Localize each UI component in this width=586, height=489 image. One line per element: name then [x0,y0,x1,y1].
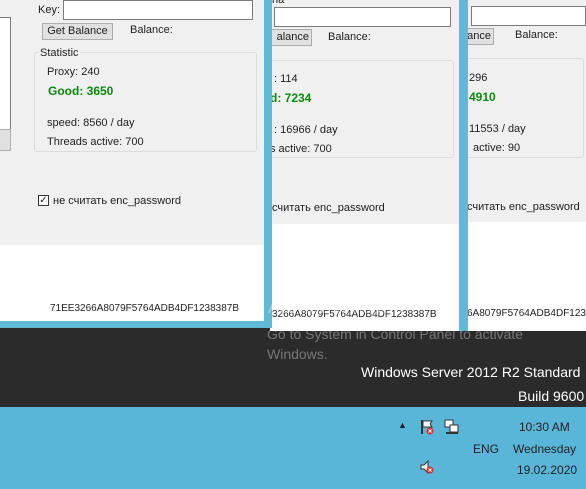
speed-stat: : 16966 / day [274,124,338,136]
activation-watermark-line2: Go to System in Control Panel to activat… [267,326,524,342]
key-input[interactable] [471,6,586,26]
app-window-1: Key: Get Balance Balance: Statistic Prox… [0,0,265,322]
checkbox-label[interactable]: считать enc_password [467,201,580,213]
windows-build-text: Build 9600 [518,388,585,404]
balance-label: Balance: [515,29,558,41]
good-stat: 4910 [469,90,496,104]
key-label: Key: [38,4,61,16]
get-balance-button[interactable]: alance [270,29,312,46]
language-indicator[interactable]: ENG [473,442,499,456]
side-button[interactable] [0,129,11,151]
proxy-stat: Proxy: 240 [47,66,100,78]
key-input[interactable] [274,7,451,27]
balance-label: Balance: [328,31,371,43]
activation-watermark-line1: Activate Windows [268,298,403,317]
window-1-frame-bottom [0,321,272,328]
checkbox-label[interactable]: не считать enc_password [53,195,181,207]
windows-edition-text: Windows Server 2012 R2 Standard [361,364,581,380]
show-hidden-icons-icon[interactable]: ▲ [398,420,407,430]
proxy-stat: 296 [469,72,488,84]
checkbox-label[interactable]: считать enc_password [272,202,385,214]
get-balance-button[interactable]: Get Balance [42,23,113,40]
good-stat: d: 7234 [270,91,312,105]
activation-watermark-line3: Windows. [267,346,328,362]
window-1-frame-right [264,0,272,328]
list-box[interactable] [0,17,11,135]
clock-date[interactable]: 19.02.2020 [517,463,577,477]
clock-day[interactable]: Wednesday [513,442,576,456]
enc-password-checkbox[interactable]: ✓ [38,195,49,206]
key-input[interactable] [63,0,253,20]
app-window-2: na alance Balance: : 114 d: 7234 : 16966… [270,0,463,331]
statistic-title: Statistic [39,47,80,59]
balance-label: Balance: [130,24,173,36]
good-stat: Good: 3650 [48,84,114,98]
proxy-stat: : 114 [274,73,298,85]
taskbar: ▲ ENG 10:30 AM Wednesday 19.02.2020 [0,407,586,489]
volume-muted-icon[interactable] [420,459,434,475]
clock-time[interactable]: 10:30 AM [519,420,570,434]
key-hash: 71EE3266A8079F5764ADB4DF1238387B [50,303,240,314]
threads-stat: Threads active: 700 [47,136,144,148]
network-icon[interactable] [444,419,460,435]
speed-stat: speed: 8560 / day [47,117,135,129]
key-hash: 6A8079F5764ADB4DF1238387B [467,308,586,319]
speed-stat: 11553 / day [469,123,526,135]
key-label: na [272,0,285,6]
app-window-3: ance Balance: 296 4910 11553 / day activ… [463,0,586,331]
window-2-frame-right [459,0,464,331]
action-center-flag-icon[interactable] [420,419,434,435]
threads-stat: s active: 700 [270,143,332,155]
threads-stat: active: 90 [473,142,521,154]
